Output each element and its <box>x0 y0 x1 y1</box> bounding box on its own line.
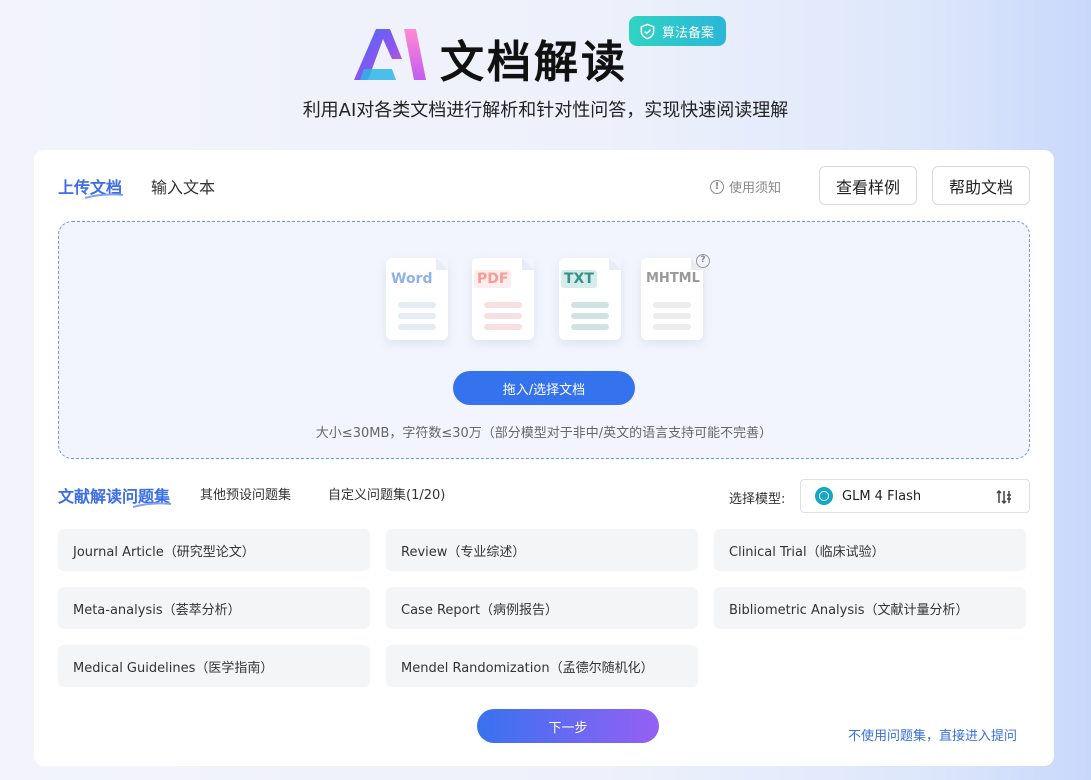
file-type-label: TXT <box>561 270 597 288</box>
info-icon: ! <box>710 179 724 194</box>
question-set-clinical-trial[interactable]: Clinical Trial（临床试验） <box>714 529 1026 571</box>
next-step-button[interactable]: 下一步 <box>477 709 659 743</box>
tab-underline-decoration <box>84 193 124 199</box>
badge-label: 算法备案 <box>662 25 715 41</box>
question-mark-icon[interactable]: ? <box>696 254 710 268</box>
pdf-file-icon: PDF <box>472 258 534 340</box>
header: 文档解读 算法备案 利用AI对各类文档进行解析和针对性问答，实现快速阅读理解 <box>0 0 1091 150</box>
tab-preset-question-set[interactable]: 其他预设问题集 <box>200 484 291 503</box>
help-docs-button[interactable]: 帮助文档 <box>932 166 1030 205</box>
question-set-bibliometric-analysis[interactable]: Bibliometric Analysis（文献计量分析） <box>714 587 1026 629</box>
upload-limit-tip: 大小≤30MB，字符数≤30万（部分模型对于非中/英文的语言支持可能不完善） <box>315 426 773 441</box>
ai-logo-icon <box>354 29 426 80</box>
algorithm-filing-badge[interactable]: 算法备案 <box>629 16 727 46</box>
file-type-label: MHTML <box>646 271 700 286</box>
tab-literature-question-set[interactable]: 文献解读问题集 <box>58 483 172 508</box>
question-set-review[interactable]: Review（专业综述） <box>386 529 698 571</box>
tab-custom-question-set[interactable]: 自定义问题集(1/20) <box>328 484 445 503</box>
file-type-label: PDF <box>474 270 512 288</box>
file-dropzone[interactable]: Word PDF TXT MHTML ? 拖入/选择文档 大小≤30MB，字符数… <box>58 221 1030 459</box>
shield-check-icon <box>640 23 655 39</box>
question-set-case-report[interactable]: Case Report（病例报告） <box>386 587 698 629</box>
glm-model-icon <box>815 487 833 505</box>
logo: 文档解读 算法备案 <box>352 16 772 90</box>
notice-label: 使用须知 <box>729 181 782 196</box>
usage-notice-link[interactable]: ! 使用须知 <box>710 177 781 196</box>
question-set-mendel-randomization[interactable]: Mendel Randomization（孟德尔随机化） <box>386 645 698 687</box>
select-document-button[interactable]: 拖入/选择文档 <box>453 371 635 405</box>
txt-file-icon: TXT <box>559 258 621 340</box>
view-sample-button[interactable]: 查看样例 <box>819 166 917 205</box>
tab-upload-document[interactable]: 上传文档 <box>58 174 124 199</box>
tab-underline-decoration <box>132 502 172 508</box>
question-set-medical-guidelines[interactable]: Medical Guidelines（医学指南） <box>58 645 370 687</box>
question-set-journal-article[interactable]: Journal Article（研究型论文） <box>58 529 370 571</box>
question-set-meta-analysis[interactable]: Meta-analysis（荟萃分析） <box>58 587 370 629</box>
model-select-value: GLM 4 Flash <box>842 488 922 504</box>
word-file-icon: Word <box>386 258 448 340</box>
tab-input-text[interactable]: 输入文本 <box>151 174 215 198</box>
file-type-label: Word <box>391 271 433 287</box>
main-card: 上传文档 输入文本 ! 使用须知 查看样例 帮助文档 Word PDF TXT <box>34 150 1054 766</box>
model-select-label: 选择模型: <box>729 492 786 507</box>
sort-toggle-icon <box>996 489 1011 505</box>
skip-question-set-link[interactable]: 不使用问题集，直接进入提问 <box>848 725 1017 744</box>
mhtml-file-icon: MHTML <box>641 258 703 340</box>
page-subtitle: 利用AI对各类文档进行解析和针对性问答，实现快速阅读理解 <box>302 100 789 121</box>
model-select[interactable]: GLM 4 Flash <box>800 479 1030 513</box>
app-title: 文档解读 <box>440 37 628 88</box>
